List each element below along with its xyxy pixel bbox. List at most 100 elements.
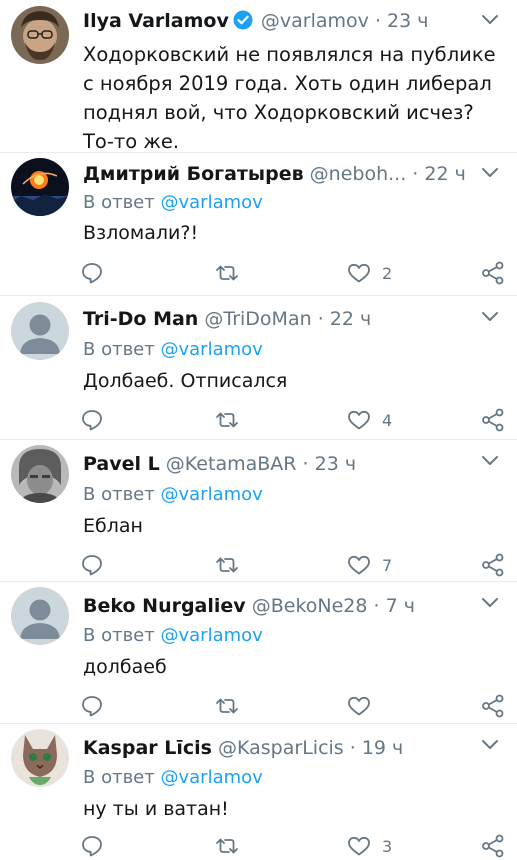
avatar[interactable] (11, 302, 69, 360)
author-handle[interactable]: @varlamov (261, 10, 369, 32)
reply-mention-link[interactable]: @varlamov (160, 625, 262, 646)
reply-context: В ответ @varlamov (83, 766, 263, 790)
reply-context: В ответ @varlamov (83, 191, 263, 215)
avatar[interactable] (11, 445, 69, 503)
share-icon (482, 694, 504, 718)
like-icon (348, 555, 370, 575)
avatar[interactable] (11, 729, 69, 787)
author-handle[interactable]: @BekoNe28 (252, 595, 368, 617)
author-name[interactable]: Дмитрий Богатырев (83, 163, 304, 185)
like-button[interactable]: 2 (346, 259, 392, 287)
timestamp[interactable]: 22 ч (330, 308, 371, 330)
tweet-header: Tri-Do Man @TriDoMan · 22 ч (83, 307, 371, 331)
author-handle[interactable]: @TriDoMan (204, 308, 311, 330)
author-name[interactable]: Beko Nurgaliev (83, 595, 246, 617)
reply-tweet[interactable]: Pavel L @KetamaBAR · 23 ч В ответ @varla… (0, 440, 517, 581)
author-name[interactable]: Tri-Do Man (83, 308, 198, 330)
tweet-header: Ilya Varlamov @varlamov · 23 ч (83, 9, 428, 36)
retweet-icon (216, 838, 238, 854)
tweet-text: ну ты и ватан! (83, 798, 229, 820)
avatar[interactable] (11, 6, 69, 64)
caret-down-icon[interactable] (479, 161, 501, 183)
timestamp[interactable]: 19 ч (362, 737, 403, 759)
author-name[interactable]: Kaspar Līcis (83, 737, 212, 759)
share-icon (482, 834, 504, 858)
reply-button[interactable] (80, 259, 104, 287)
reply-button[interactable] (80, 692, 104, 720)
share-button[interactable] (480, 259, 506, 287)
avatar[interactable] (11, 587, 69, 645)
reply-button[interactable] (80, 406, 104, 434)
share-icon (482, 553, 504, 577)
retweet-icon (216, 557, 238, 573)
separator-dot: · (374, 10, 381, 32)
timestamp[interactable]: 23 ч (315, 453, 356, 475)
separator-dot: · (412, 163, 419, 185)
tweet-actions: 3 (80, 832, 510, 860)
main-tweet[interactable]: Ilya Varlamov @varlamov · 23 ч Ходорковс… (0, 0, 517, 153)
retweet-button[interactable] (214, 692, 240, 720)
reply-mention-link[interactable]: @varlamov (160, 484, 262, 505)
caret-down-icon[interactable] (479, 449, 501, 471)
separator-dot: · (317, 308, 324, 330)
reply-context: В ответ @varlamov (83, 338, 263, 362)
share-icon (482, 261, 504, 285)
reply-mention-link[interactable]: @varlamov (160, 767, 262, 788)
retweet-icon (216, 698, 238, 714)
caret-down-icon[interactable] (479, 305, 501, 327)
like-button[interactable]: 3 (346, 832, 392, 860)
reply-to-label: В ответ (83, 625, 155, 646)
tweet-text: долбаеб (83, 656, 167, 678)
retweet-button[interactable] (214, 259, 240, 287)
like-count: 3 (382, 836, 393, 856)
tweet-actions: 7 (80, 551, 510, 579)
reply-icon (82, 836, 102, 857)
reply-tweet[interactable]: Tri-Do Man @TriDoMan · 22 ч В ответ @var… (0, 296, 517, 439)
reply-to-label: В ответ (83, 192, 155, 213)
reply-mention-link[interactable]: @varlamov (160, 339, 262, 360)
reply-icon (82, 263, 102, 284)
author-handle[interactable]: @KetamaBAR (166, 453, 297, 475)
share-button[interactable] (480, 406, 506, 434)
share-button[interactable] (480, 551, 506, 579)
tweet-text: Взломали?! (83, 222, 199, 244)
author-name[interactable]: Ilya Varlamov (83, 10, 229, 32)
retweet-icon (216, 412, 238, 428)
tweet-header: Kaspar Līcis @KasparLicis · 19 ч (83, 736, 403, 760)
retweet-button[interactable] (214, 551, 240, 579)
author-handle[interactable]: @KasparLicis (218, 737, 344, 759)
like-button[interactable] (346, 692, 382, 720)
reply-tweet[interactable]: Дмитрий Богатырев @neboh... · 22 ч В отв… (0, 153, 517, 295)
like-button[interactable]: 7 (346, 551, 392, 579)
reply-to-label: В ответ (83, 767, 155, 788)
reply-button[interactable] (80, 551, 104, 579)
retweet-button[interactable] (214, 406, 240, 434)
timestamp[interactable]: 7 ч (386, 595, 415, 617)
like-count: 7 (382, 555, 393, 575)
reply-mention-link[interactable]: @varlamov (160, 192, 262, 213)
reply-context: В ответ @varlamov (83, 483, 263, 507)
like-icon (348, 836, 370, 856)
share-icon (482, 408, 504, 432)
caret-down-icon[interactable] (479, 733, 501, 755)
reply-tweet[interactable]: Beko Nurgaliev @BekoNe28 · 7 ч В ответ @… (0, 582, 517, 723)
timestamp[interactable]: 22 ч (424, 163, 465, 185)
tweet-header: Дмитрий Богатырев @neboh... · 22 ч (83, 162, 466, 186)
reply-tweet[interactable]: Kaspar Līcis @KasparLicis · 19 ч В ответ… (0, 724, 517, 860)
share-button[interactable] (480, 832, 506, 860)
share-button[interactable] (480, 692, 506, 720)
tweet-actions (80, 692, 510, 720)
avatar[interactable] (11, 158, 69, 216)
author-name[interactable]: Pavel L (83, 453, 160, 475)
timestamp[interactable]: 23 ч (387, 10, 428, 32)
tweet-text: Ходорковский не появлялся на публике с н… (83, 43, 496, 153)
caret-down-icon[interactable] (479, 591, 501, 613)
tweet-text: Еблан (83, 515, 143, 537)
tweet-header: Pavel L @KetamaBAR · 23 ч (83, 452, 356, 476)
author-handle[interactable]: @neboh... (310, 163, 407, 185)
like-count: 2 (382, 263, 393, 283)
like-button[interactable]: 4 (346, 406, 392, 434)
retweet-button[interactable] (214, 832, 240, 860)
reply-button[interactable] (80, 832, 104, 860)
caret-down-icon[interactable] (479, 8, 501, 30)
